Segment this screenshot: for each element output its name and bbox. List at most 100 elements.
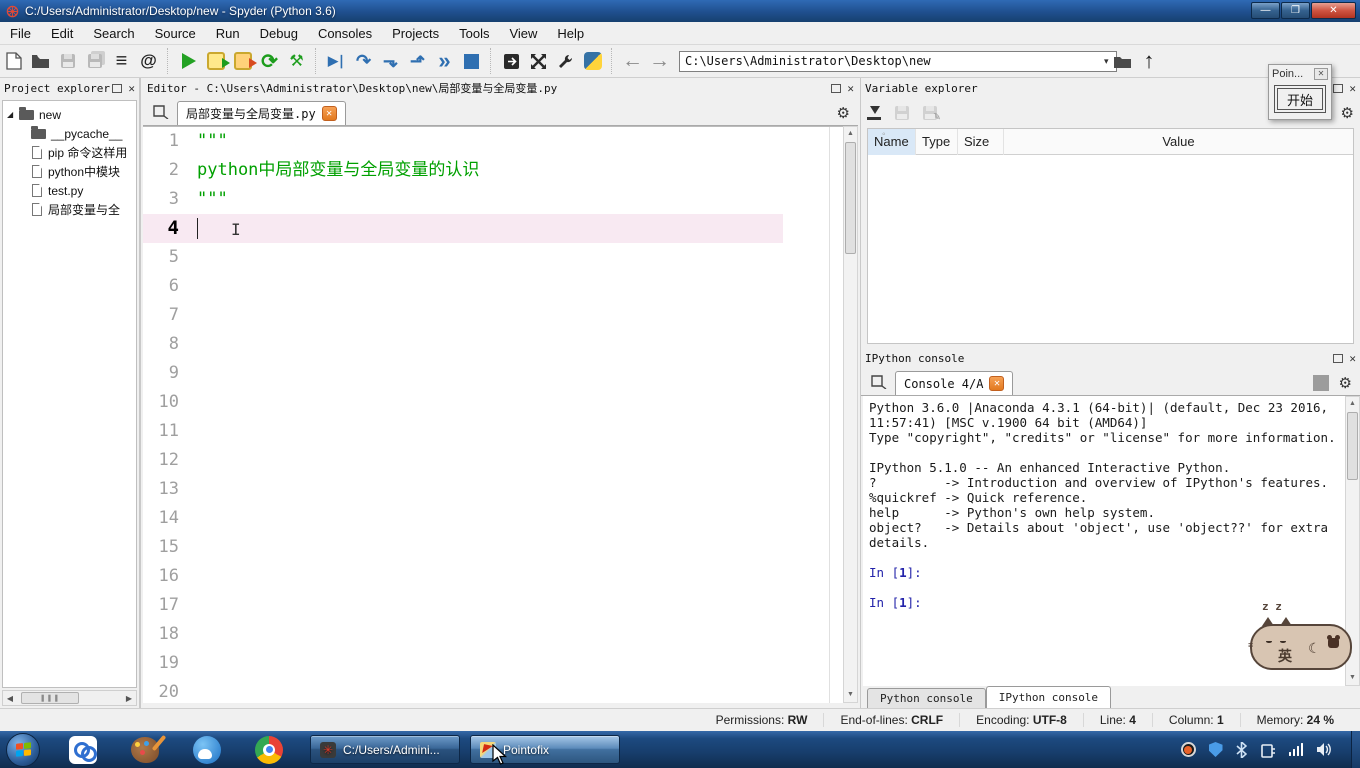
scrollbar-thumb[interactable] [1347,412,1358,480]
menu-tools[interactable]: Tools [449,23,499,44]
scroll-up-icon[interactable]: ▲ [844,127,857,141]
minimize-button[interactable]: — [1251,2,1280,19]
menu-debug[interactable]: Debug [250,23,308,44]
editor-tab[interactable]: 局部变量与全局变量.py ✕ [177,101,346,125]
taskbar-window-c-users-admini-[interactable]: C:/Users/Admini... [310,735,460,764]
menu-search[interactable]: Search [83,23,144,44]
recording-tray-icon[interactable] [1181,742,1196,757]
file-switcher-button[interactable]: ≡ [108,48,135,75]
network-tray-icon[interactable] [1289,743,1304,756]
continue-button[interactable]: » [431,48,458,75]
browse-tabs-button[interactable] [867,371,891,393]
save-data-icon[interactable] [895,106,909,120]
undock-icon[interactable] [1333,354,1343,363]
layout-button[interactable] [498,48,525,75]
import-data-icon[interactable] [867,106,881,120]
stop-debug-button[interactable] [458,48,485,75]
undock-icon[interactable] [831,84,841,93]
horizontal-scrollbar[interactable]: ◀ ❚❚❚ ▶ [2,690,137,706]
pinned-app-paint[interactable] [128,735,162,765]
tree-item[interactable]: pip 命令这样用 [3,143,136,162]
menu-consoles[interactable]: Consoles [308,23,382,44]
close-pane-icon[interactable]: ✕ [1349,83,1356,94]
parent-directory-button[interactable]: ↑ [1136,48,1163,75]
pointofix-titlebar[interactable]: Poin... ✕ [1269,65,1331,82]
title-bar[interactable]: C:/Users/Administrator/Desktop/new - Spy… [0,0,1360,22]
menu-source[interactable]: Source [145,23,206,44]
restore-button[interactable]: ❐ [1281,2,1310,19]
run-config-button[interactable]: ⚒ [283,48,310,75]
console-options-icon[interactable]: ⚙ [1339,376,1352,391]
editor-options-icon[interactable]: ⚙ [837,106,850,121]
tab-close-icon[interactable]: ✕ [989,376,1004,391]
menu-run[interactable]: Run [206,23,250,44]
tree-item[interactable]: 局部变量与全 [3,200,136,219]
tree-item[interactable]: test.py [3,181,136,200]
tree-item[interactable]: __pycache__ [3,124,136,143]
fullscreen-button[interactable] [525,48,552,75]
editor-scrollbar[interactable]: ▲ ▼ [843,126,858,703]
python-path-button[interactable] [579,48,606,75]
working-directory-input[interactable] [679,51,1117,72]
scroll-up-icon[interactable]: ▲ [1346,397,1359,411]
tree-item[interactable]: python中模块 [3,162,136,181]
pointofix-window[interactable]: Poin... ✕ 开始 [1268,64,1332,120]
menu-view[interactable]: View [499,23,547,44]
pinned-app-chrome[interactable] [252,735,286,765]
back-button[interactable]: ← [619,48,646,75]
variables-table[interactable]: NameTypeSizeValue [867,128,1354,344]
scroll-left-icon[interactable]: ◀ [3,694,17,703]
save-all-button[interactable] [81,48,108,75]
bluetooth-tray-icon[interactable] [1236,742,1247,758]
run-cell-advance-button[interactable] [229,48,256,75]
column-header-name[interactable]: Name [868,129,916,155]
pinned-app-browser[interactable] [190,735,224,765]
menu-help[interactable]: Help [547,23,594,44]
pinned-app-messenger[interactable] [66,735,100,765]
close-pane-icon[interactable]: ✕ [847,83,854,94]
close-pane-icon[interactable]: ✕ [1349,353,1356,364]
undock-icon[interactable] [112,84,122,93]
column-header-value[interactable]: Value [1004,129,1353,155]
close-button[interactable]: ✕ [1311,2,1356,19]
code-editor[interactable]: 1234567891011121314151617181920 """pytho… [143,126,843,703]
browse-directory-button[interactable] [1109,48,1136,75]
step-into-button[interactable]: ⬎ [377,48,404,75]
step-over-button[interactable]: ↷ [350,48,377,75]
pointofix-close-icon[interactable]: ✕ [1314,68,1328,80]
symbol-finder-button[interactable]: @ [135,48,162,75]
run-button[interactable] [175,48,202,75]
debug-button[interactable]: ▶❘ [323,48,350,75]
bottom-tab-ipython-console[interactable]: IPython console [986,686,1111,708]
interrupt-kernel-icon[interactable] [1313,375,1329,391]
expander-icon[interactable]: ◢ [7,110,17,119]
scroll-right-icon[interactable]: ▶ [122,694,136,703]
battery-tray-icon[interactable] [1260,742,1276,758]
browse-tabs-button[interactable] [149,101,173,123]
forward-button[interactable]: → [646,48,673,75]
variable-explorer-options-icon[interactable]: ⚙ [1341,106,1354,121]
menu-projects[interactable]: Projects [382,23,449,44]
preferences-button[interactable] [552,48,579,75]
column-header-size[interactable]: Size [958,129,1004,155]
console-tab[interactable]: Console 4/A ✕ [895,371,1013,395]
code-area[interactable]: """python中局部变量与全局变量的认识""" [189,127,843,703]
save-data-as-icon[interactable]: ✎ [923,106,937,120]
run-cell-button[interactable] [202,48,229,75]
menu-edit[interactable]: Edit [41,23,83,44]
pointofix-start-button[interactable]: 开始 [1274,85,1326,113]
undock-icon[interactable] [1333,84,1343,93]
scrollbar-thumb[interactable]: ❚❚❚ [21,692,79,704]
show-desktop-button[interactable] [1351,731,1360,768]
start-button[interactable] [6,733,40,767]
scrollbar-thumb[interactable] [845,142,856,254]
save-button[interactable] [54,48,81,75]
rerun-button[interactable]: ⟳ [256,48,283,75]
security-tray-icon[interactable] [1209,742,1223,757]
close-pane-icon[interactable]: ✕ [128,83,135,94]
step-out-button[interactable]: ⬏ [404,48,431,75]
menu-file[interactable]: File [0,23,41,44]
bottom-tab-python-console[interactable]: Python console [867,688,986,708]
scroll-down-icon[interactable]: ▼ [844,688,857,702]
open-file-button[interactable] [27,48,54,75]
